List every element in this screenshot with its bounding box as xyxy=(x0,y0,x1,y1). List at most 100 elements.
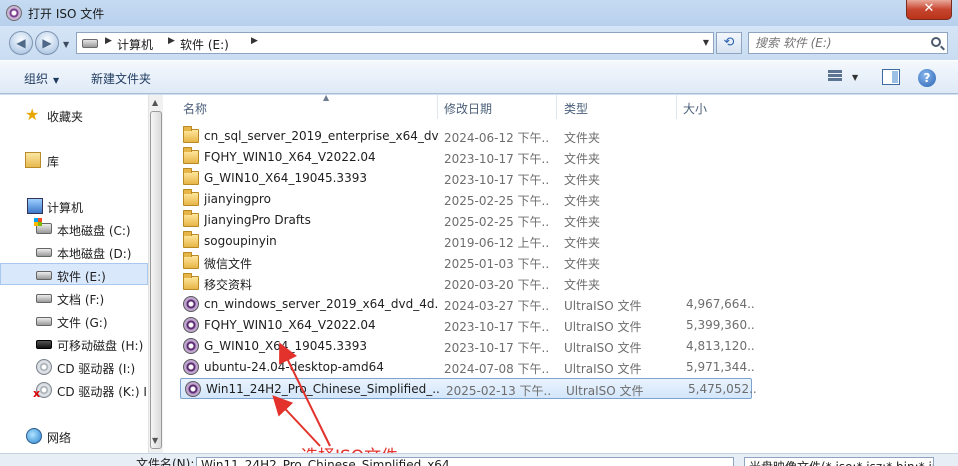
sidebar-item-libraries[interactable]: 库 xyxy=(0,149,148,171)
folder-icon xyxy=(183,168,199,185)
sidebar-item-label: 计算机 xyxy=(47,201,84,215)
file-date: 2023-10-17 下午... xyxy=(444,320,549,334)
file-name: 移交资料 xyxy=(204,278,253,292)
breadcrumb-separator-icon[interactable]: ▶ xyxy=(105,36,112,46)
folder-row[interactable]: 微信文件 2025-01-03 下午... 文件夹 xyxy=(179,252,958,273)
file-type: UltraISO 文件 xyxy=(564,362,642,376)
sidebar-item-favorites[interactable]: ★ 收藏夹 xyxy=(0,104,148,126)
address-dropdown-icon[interactable]: ▼ xyxy=(703,38,709,47)
file-type: UltraISO 文件 xyxy=(566,384,644,398)
content-area: ★ 收藏夹 库 计算机 本地磁盘 (C:) 本地磁盘 (D:) 软件 (E:) … xyxy=(0,93,958,466)
window-title: 打开 ISO 文件 xyxy=(28,7,105,21)
iso-disc-icon xyxy=(185,381,201,397)
file-date: 2020-03-20 下午... xyxy=(444,278,549,292)
file-size: 4,967,664... xyxy=(686,297,756,311)
sidebar-item-drive-c[interactable]: 本地磁盘 (C:) xyxy=(0,218,148,240)
search-box[interactable] xyxy=(748,32,948,54)
filename-bar: 文件名(N): Win11_24H2_Pro_Chinese_Simplifie… xyxy=(0,453,958,466)
organize-button[interactable]: 组织 ▼ xyxy=(24,70,59,87)
file-name: FQHY_WIN10_X64_V2022.04 xyxy=(204,318,376,332)
folder-row[interactable]: sogoupinyin 2019-06-12 上午... 文件夹 xyxy=(179,231,958,252)
drive-icon xyxy=(82,39,98,48)
search-icon[interactable] xyxy=(931,37,941,47)
column-header-size[interactable]: 大小 xyxy=(683,95,763,119)
file-date: 2023-10-17 下午... xyxy=(444,341,549,355)
folder-row[interactable]: jianyingpro 2025-02-25 下午... 文件夹 xyxy=(179,189,958,210)
file-date: 2025-02-25 下午... xyxy=(444,215,549,229)
sidebar-item-computer[interactable]: 计算机 xyxy=(0,195,148,217)
sidebar-item-drive-d[interactable]: 本地磁盘 (D:) xyxy=(0,241,148,263)
organize-label: 组织 xyxy=(24,72,49,86)
iso-file-row[interactable]: cn_windows_server_2019_x64_dvd_4d... 2024… xyxy=(179,294,958,315)
breadcrumb-drive-e[interactable]: 软件 (E:) xyxy=(180,36,229,53)
file-date: 2019-06-12 上午... xyxy=(444,236,549,250)
folder-row[interactable]: FQHY_WIN10_X64_V2022.04 2023-10-17 下午... 文… xyxy=(179,147,958,168)
column-header-label: 名称 xyxy=(183,102,208,116)
sidebar-scrollbar[interactable]: ▲ ▼ xyxy=(148,95,163,466)
view-mode-icon[interactable] xyxy=(828,69,846,85)
iso-file-row[interactable]: ubuntu-24.04-desktop-amd64 2024-07-08 下午.… xyxy=(179,357,958,378)
recent-locations-dropdown[interactable]: ▼ xyxy=(63,40,69,49)
file-type: UltraISO 文件 xyxy=(564,299,642,313)
sidebar-item-label: CD 驱动器 (K:) I xyxy=(57,385,147,399)
file-date: 2024-03-27 下午... xyxy=(444,299,549,313)
breadcrumb-separator-icon[interactable]: ▶ xyxy=(251,36,258,46)
column-divider[interactable] xyxy=(676,95,677,119)
forward-button[interactable]: ▶ xyxy=(35,31,59,55)
iso-file-row[interactable]: G_WIN10_X64_19045.3393 2023-10-17 下午... Ul… xyxy=(179,336,958,357)
breadcrumb-separator-icon[interactable]: ▶ xyxy=(168,36,175,46)
sidebar-item-drive-g[interactable]: 文件 (G:) xyxy=(0,310,148,332)
column-divider[interactable] xyxy=(556,95,557,119)
file-size: 5,971,344... xyxy=(686,360,756,374)
scroll-up-icon[interactable]: ▲ xyxy=(152,98,158,107)
file-size: 5,475,052... xyxy=(688,382,758,396)
new-folder-button[interactable]: 新建文件夹 xyxy=(91,70,151,87)
close-button[interactable]: ✕ xyxy=(906,0,952,20)
folder-icon xyxy=(183,273,199,290)
cd-drive-icon xyxy=(36,359,52,375)
iso-file-row[interactable]: FQHY_WIN10_X64_V2022.04 2023-10-17 下午... U… xyxy=(179,315,958,336)
file-name: Win11_24H2_Pro_Chinese_Simplified_... xyxy=(206,382,441,396)
file-name: JianyingPro Drafts xyxy=(204,213,311,227)
chevron-down-icon: ▼ xyxy=(53,76,60,85)
usb-drive-icon xyxy=(36,340,52,349)
sidebar-item-drive-f[interactable]: 文档 (F:) xyxy=(0,287,148,309)
sidebar-item-label: 可移动磁盘 (H:) xyxy=(57,339,144,353)
file-name: jianyingpro xyxy=(204,192,271,206)
folder-row[interactable]: cn_sql_server_2019_enterprise_x64_dv... 2… xyxy=(179,126,958,147)
filename-input[interactable]: Win11_24H2_Pro_Chinese_Simplified_x64 xyxy=(196,457,734,466)
file-type-filter[interactable]: 光盘映像文件(*.iso;*.isz;*.bin;*.img) xyxy=(744,457,934,466)
ultraiso-app-icon xyxy=(6,5,22,21)
command-toolbar: 组织 ▼ 新建文件夹 ▼ ? xyxy=(0,60,958,94)
search-input[interactable] xyxy=(755,35,925,51)
refresh-button[interactable]: ⟲ xyxy=(716,32,742,54)
help-icon[interactable]: ? xyxy=(918,69,936,87)
folder-row[interactable]: 移交资料 2020-03-20 下午... 文件夹 xyxy=(179,273,958,294)
scroll-down-icon[interactable]: ▼ xyxy=(152,436,158,445)
column-header-name[interactable]: ▲ 名称 xyxy=(183,93,437,119)
back-button[interactable]: ◀ xyxy=(9,31,33,55)
file-name: cn_sql_server_2019_enterprise_x64_dv... xyxy=(204,129,439,143)
folder-row[interactable]: JianyingPro Drafts 2025-02-25 下午... 文件夹 xyxy=(179,210,958,231)
column-header-type[interactable]: 类型 xyxy=(564,95,674,119)
column-header-date[interactable]: 修改日期 xyxy=(444,95,554,119)
scrollbar-thumb[interactable] xyxy=(150,111,162,449)
file-type: 文件夹 xyxy=(564,173,601,187)
file-date: 2024-07-08 下午... xyxy=(444,362,549,376)
view-options-chevron-icon[interactable]: ▼ xyxy=(852,73,858,82)
folder-row[interactable]: G_WIN10_X64_19045.3393 2023-10-17 下午... 文件… xyxy=(179,168,958,189)
sidebar-item-drive-e[interactable]: 软件 (E:) xyxy=(0,263,148,285)
sidebar-item-network[interactable]: 网络 xyxy=(0,425,148,447)
column-divider[interactable] xyxy=(437,95,438,119)
preview-pane-icon[interactable] xyxy=(882,69,900,85)
sidebar-item-drive-h[interactable]: 可移动磁盘 (H:) xyxy=(0,333,148,355)
sidebar-item-drive-k[interactable]: CD 驱动器 (K:) I xyxy=(0,379,148,401)
drive-icon xyxy=(36,317,52,326)
folder-icon xyxy=(183,231,199,248)
file-list: ▲ 名称 修改日期 类型 大小 cn_sql_server_2019_enter… xyxy=(164,93,958,466)
breadcrumb-computer[interactable]: 计算机 xyxy=(117,36,153,53)
address-bar[interactable]: ▶ 计算机 ▶ 软件 (E:) ▶ ▼ xyxy=(76,32,714,54)
file-date: 2025-02-25 下午... xyxy=(444,194,549,208)
iso-file-row[interactable]: Win11_24H2_Pro_Chinese_Simplified_... 202… xyxy=(180,378,758,399)
sidebar-item-drive-i[interactable]: CD 驱动器 (I:) xyxy=(0,356,148,378)
